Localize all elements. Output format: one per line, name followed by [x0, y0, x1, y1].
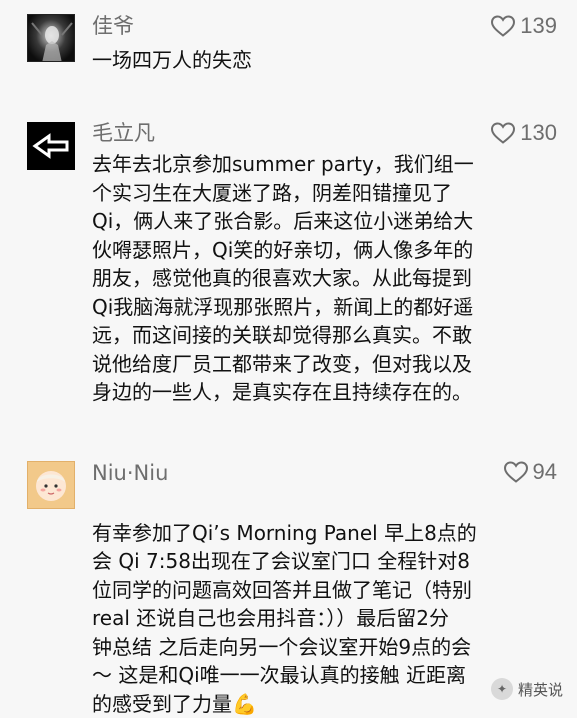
flexed-biceps-emoji: 💪 — [232, 691, 257, 716]
comment-text: 有幸参加了Qi’s Morning Panel 早上8点的 会 Qi 7:58出… — [92, 490, 554, 718]
account-watermark: ✦ 精英说 — [490, 678, 563, 700]
like-button[interactable]: 130 — [490, 121, 557, 145]
comment-text: 去年去北京参加summer party，我们组一 个实习生在大厦迷了路，阴差阳错… — [92, 152, 474, 404]
left-arrow-icon — [32, 133, 69, 159]
watermark-text: 精英说 — [517, 680, 563, 699]
user-avatar[interactable] — [27, 14, 75, 62]
user-avatar[interactable] — [27, 122, 75, 170]
like-button[interactable]: 139 — [490, 14, 557, 38]
like-count: 130 — [520, 120, 557, 145]
like-button[interactable]: 94 — [503, 460, 557, 484]
like-count: 139 — [520, 13, 557, 38]
username[interactable]: Niu·Niu — [92, 461, 168, 485]
shadow-figure-icon — [31, 22, 73, 61]
like-count: 94 — [532, 459, 557, 484]
username[interactable]: 毛立凡 — [92, 121, 155, 145]
comment-text-body: 有幸参加了Qi’s Morning Panel 早上8点的 会 Qi 7:58出… — [92, 520, 477, 716]
heart-outline-icon — [491, 122, 516, 144]
cartoon-baby-icon — [36, 471, 66, 501]
comment-text: 一场四万人的失恋 — [92, 48, 252, 72]
heart-outline-icon — [491, 15, 516, 37]
username[interactable]: 佳爷 — [92, 14, 134, 38]
user-avatar[interactable] — [27, 461, 75, 509]
wechat-account-icon: ✦ — [490, 678, 513, 700]
heart-outline-icon — [503, 461, 528, 483]
